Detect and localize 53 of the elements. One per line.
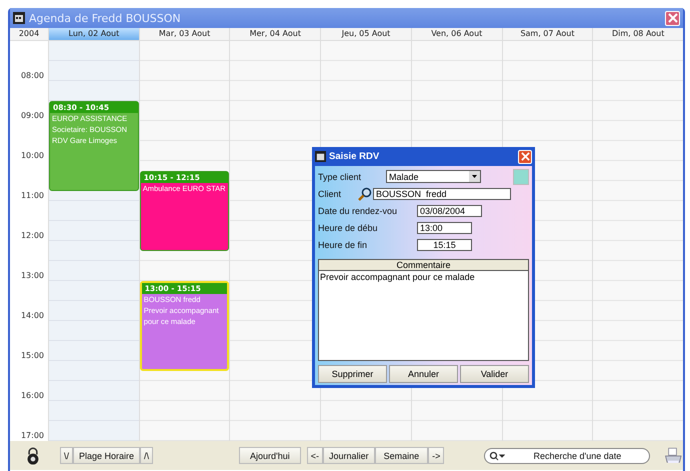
comment-field[interactable]: Prevoir accompagnant pour ce malade	[318, 271, 529, 361]
hour-label: 10:00	[20, 151, 44, 161]
hour-label: 11:00	[20, 191, 44, 201]
next-button[interactable]: ->	[428, 447, 444, 464]
close-button[interactable]	[665, 10, 680, 26]
field-label: Heure de débu	[318, 222, 379, 232]
day-header[interactable]: Mar, 03 Aout	[138, 28, 230, 40]
hour-label: 08:00	[20, 71, 44, 81]
calendar-icon	[315, 151, 326, 162]
dialog-button[interactable]: Supprimer	[318, 365, 387, 383]
search-icon[interactable]	[358, 186, 372, 200]
comment-header: Commentaire	[318, 259, 529, 271]
field-label: Client	[318, 188, 342, 198]
day-header[interactable]: Mer, 04 Aout	[229, 28, 320, 40]
client-field[interactable]: BOUSSON fredd	[373, 188, 511, 200]
hour-label: 12:00	[20, 231, 44, 241]
hour-label: 14:00	[20, 311, 44, 321]
date-field[interactable]: 03/08/2004	[417, 204, 482, 216]
date-search-field[interactable]: Recherche d'une date	[484, 448, 650, 464]
hour-label: 09:00	[20, 111, 44, 121]
end-time-field[interactable]: 15:15	[417, 238, 472, 250]
hour-label: 16:00	[20, 391, 44, 401]
window-title: Agenda de Fredd BOUSSON	[29, 12, 182, 24]
field-label: Heure de fin	[318, 240, 368, 250]
weekly-view-button[interactable]: Semaine	[374, 447, 428, 464]
close-button[interactable]	[518, 150, 532, 164]
client-type-dropdown[interactable]: Malade	[386, 170, 481, 183]
hour-label: 17:00	[20, 431, 44, 441]
field-label: Type client	[318, 172, 362, 182]
daily-view-button[interactable]: Journalier	[323, 447, 375, 464]
day-header[interactable]: Lun, 02 Aout	[48, 28, 139, 40]
close-icon	[668, 13, 678, 23]
range-up-button[interactable]: /\	[140, 447, 154, 464]
day-header[interactable]: Dim, 08 Aout	[592, 28, 684, 40]
start-time-field[interactable]: 13:00	[417, 222, 472, 234]
year-label: 2004	[18, 28, 40, 40]
close-icon	[520, 152, 530, 161]
today-button[interactable]: Ajourd'hui	[239, 447, 301, 464]
day-header[interactable]: Jeu, 05 Aout	[320, 28, 411, 40]
hour-label: 15:00	[20, 351, 44, 361]
day-header[interactable]: Ven, 06 Aout	[410, 28, 502, 40]
hour-label: 13:00	[20, 271, 44, 281]
field-label: Date du rendez-vou	[318, 206, 398, 216]
day-header[interactable]: Sam, 07 Aout	[502, 28, 592, 40]
dialog-title: Saisie RDV	[329, 151, 380, 162]
calendar-icon	[13, 12, 25, 24]
previous-button[interactable]: <-	[306, 447, 324, 464]
padlock-icon[interactable]	[26, 444, 40, 466]
range-down-button[interactable]: \/	[60, 447, 73, 464]
color-swatch[interactable]	[513, 168, 529, 184]
dialog-button[interactable]: Valider	[460, 365, 529, 383]
time-range-button[interactable]: Plage Horaire	[72, 447, 140, 464]
dialog-button[interactable]: Annuler	[389, 365, 458, 383]
